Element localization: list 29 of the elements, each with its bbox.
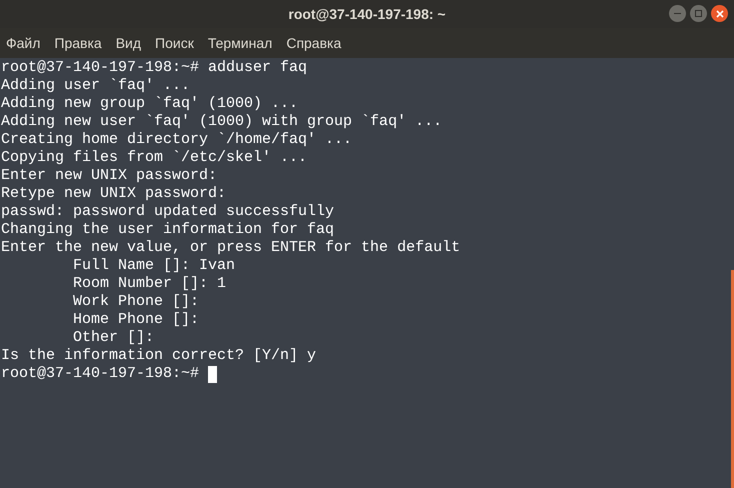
terminal-line: Is the information correct? [Y/n] y <box>1 347 316 365</box>
terminal-line: Copying files from `/etc/skel' ... <box>1 149 308 167</box>
terminal-line: root@37-140-197-198:~# adduser faq <box>1 59 308 77</box>
terminal-line: Enter the new value, or press ENTER for the default <box>1 239 460 257</box>
terminal-line: Full Name []: Ivan <box>72 257 236 275</box>
terminal-line: Retype new UNIX password: <box>1 185 226 203</box>
terminal-line: Changing the user information for faq <box>1 221 334 239</box>
window-title: root@37-140-197-198: ~ <box>288 4 446 24</box>
terminal-line: Work Phone []: <box>72 293 200 311</box>
terminal-line: Home Phone []: <box>72 311 200 329</box>
terminal-line: Adding user `faq' ... <box>1 77 190 95</box>
terminal-line: passwd: password updated successfully <box>1 203 334 221</box>
menu-item[interactable]: Правка <box>54 32 102 54</box>
terminal-line: Enter new UNIX password: <box>1 167 218 185</box>
terminal-line: Adding new user `faq' (1000) with group `faq' ... <box>1 113 442 131</box>
terminal-line: Room Number []: 1 <box>72 275 226 293</box>
close-icon <box>716 10 724 18</box>
terminal-line: Creating home directory `/home/faq' ... <box>1 131 352 149</box>
terminal-line: Other []: <box>72 329 154 347</box>
menu-item[interactable]: Поиск <box>155 32 194 54</box>
menu-item[interactable]: Терминал <box>208 32 272 54</box>
close-button[interactable] <box>711 5 728 22</box>
terminal-line: Adding new group `faq' (1000) ... <box>1 95 298 113</box>
menu-item[interactable]: Файл <box>6 32 40 54</box>
terminal-cursor <box>208 366 218 382</box>
minimize-button[interactable] <box>669 5 686 22</box>
terminal-line: root@37-140-197-198:~# <box>1 365 200 383</box>
menu-item[interactable]: Вид <box>116 32 142 54</box>
menu-item[interactable]: Справка <box>286 32 342 54</box>
